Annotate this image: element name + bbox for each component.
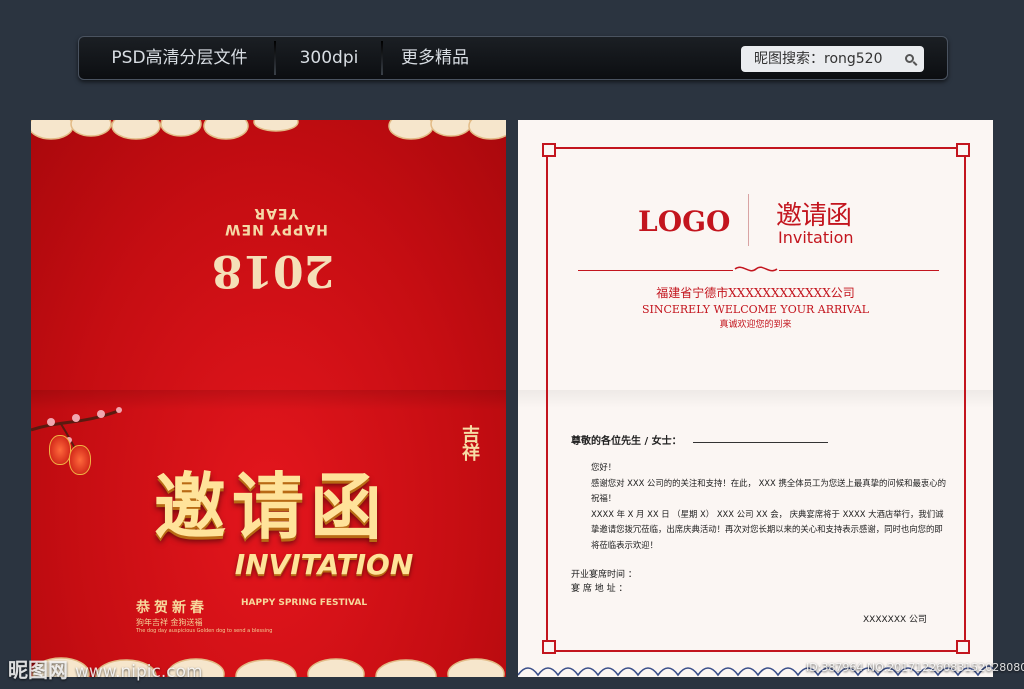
top-toolbar: PSD高清分层文件 300dpi 更多精品 昵图搜索：rong520 [78,36,948,80]
greeting-line: 尊敬的各位先生 / 女士： [571,436,682,447]
invitation-heading-en: Invitation [778,228,854,247]
search-text: 昵图搜索：rong520 [754,51,883,67]
psd-layered-link[interactable]: PSD高清分层文件 [87,37,272,79]
ornament-icon [734,266,778,272]
logo-divider [748,194,749,246]
frame-corner [956,143,970,157]
frame-corner [956,640,970,654]
invitation-inner-page: LOGO 邀请函 Invitation 福建省宁德市XXXXXXXXXXXX公司… [518,120,993,677]
invitation-body: 您好！ 感谢您对 XXX 公司的的关注和支持！在此， XXX 携全体员工为您送上… [571,460,946,554]
search-icon[interactable] [905,54,914,63]
banquet-address-label: 宴 席 地 址 ： [571,584,628,594]
dog-year-blessing-en: The dog day auspicious Golden dog to sen… [136,628,273,634]
more-works-link[interactable]: 更多精品 [385,37,485,79]
new-year-greeting: 恭贺新春 [136,600,208,616]
signature-company: XXXXXXX 公司 [863,615,928,625]
invitation-title: 邀请函 [153,464,388,549]
dog-year-blessing: 狗年吉祥 金狗送福 [136,618,203,627]
ji-xiang-calligraphy: 吉祥 [459,425,480,461]
toolbar-separator [381,41,383,75]
watermark-brand-name: 昵图网 [8,658,68,682]
lantern-graphic [49,435,71,465]
watermark-site: www.nipic.com [74,662,203,682]
invitation-heading: 邀请函 [776,201,852,231]
welcome-english: SINCERELY WELCOME YOUR ARRIVAL [641,303,870,316]
logo-placeholder: LOGO [638,205,731,238]
event-details: 开业宴席时间 ： 宴 席 地 址 ： [571,568,637,596]
search-input[interactable]: 昵图搜索：rong520 [741,46,924,72]
hello-text: 您好！ [591,462,617,472]
company-name: 福建省宁德市XXXXXXXXXXXX公司 [656,286,855,300]
lantern-graphic [69,445,91,475]
watermark-id: ID:387964 NO:20171226083152028080 [806,661,1024,674]
year-2018-graphic: 2018 [211,245,335,296]
frame-corner [542,640,556,654]
body-paragraph-1: 感谢您对 XXX 公司的的关注和支持！在此， XXX 携全体员工为您送上最真挚的… [591,477,946,504]
welcome-chinese: 真诚欢迎您的到来 [719,320,792,330]
ornament-line [779,270,939,271]
banquet-time-label: 开业宴席时间 ： [571,570,637,580]
body-paragraph-2: XXXX 年 X 月 XX 日 （星期 X） XXX 公司 XX 会， 庆典宴席… [591,508,944,550]
invitation-cover: HAPPY NEW YEAR 2018 吉祥 邀请函 INVITATION 恭贺… [31,120,506,677]
frame-corner [542,143,556,157]
name-blank-line [693,442,828,443]
watermark-brand: 昵图网 www.nipic.com [8,654,203,683]
invitation-english-title: INVITATION [234,548,414,581]
toolbar-separator [274,41,276,75]
dpi-link[interactable]: 300dpi [279,37,379,79]
cloud-border-top [31,120,506,140]
happy-spring-festival-text: HAPPY SPRING FESTIVAL [241,598,368,608]
ornament-line [578,270,733,271]
